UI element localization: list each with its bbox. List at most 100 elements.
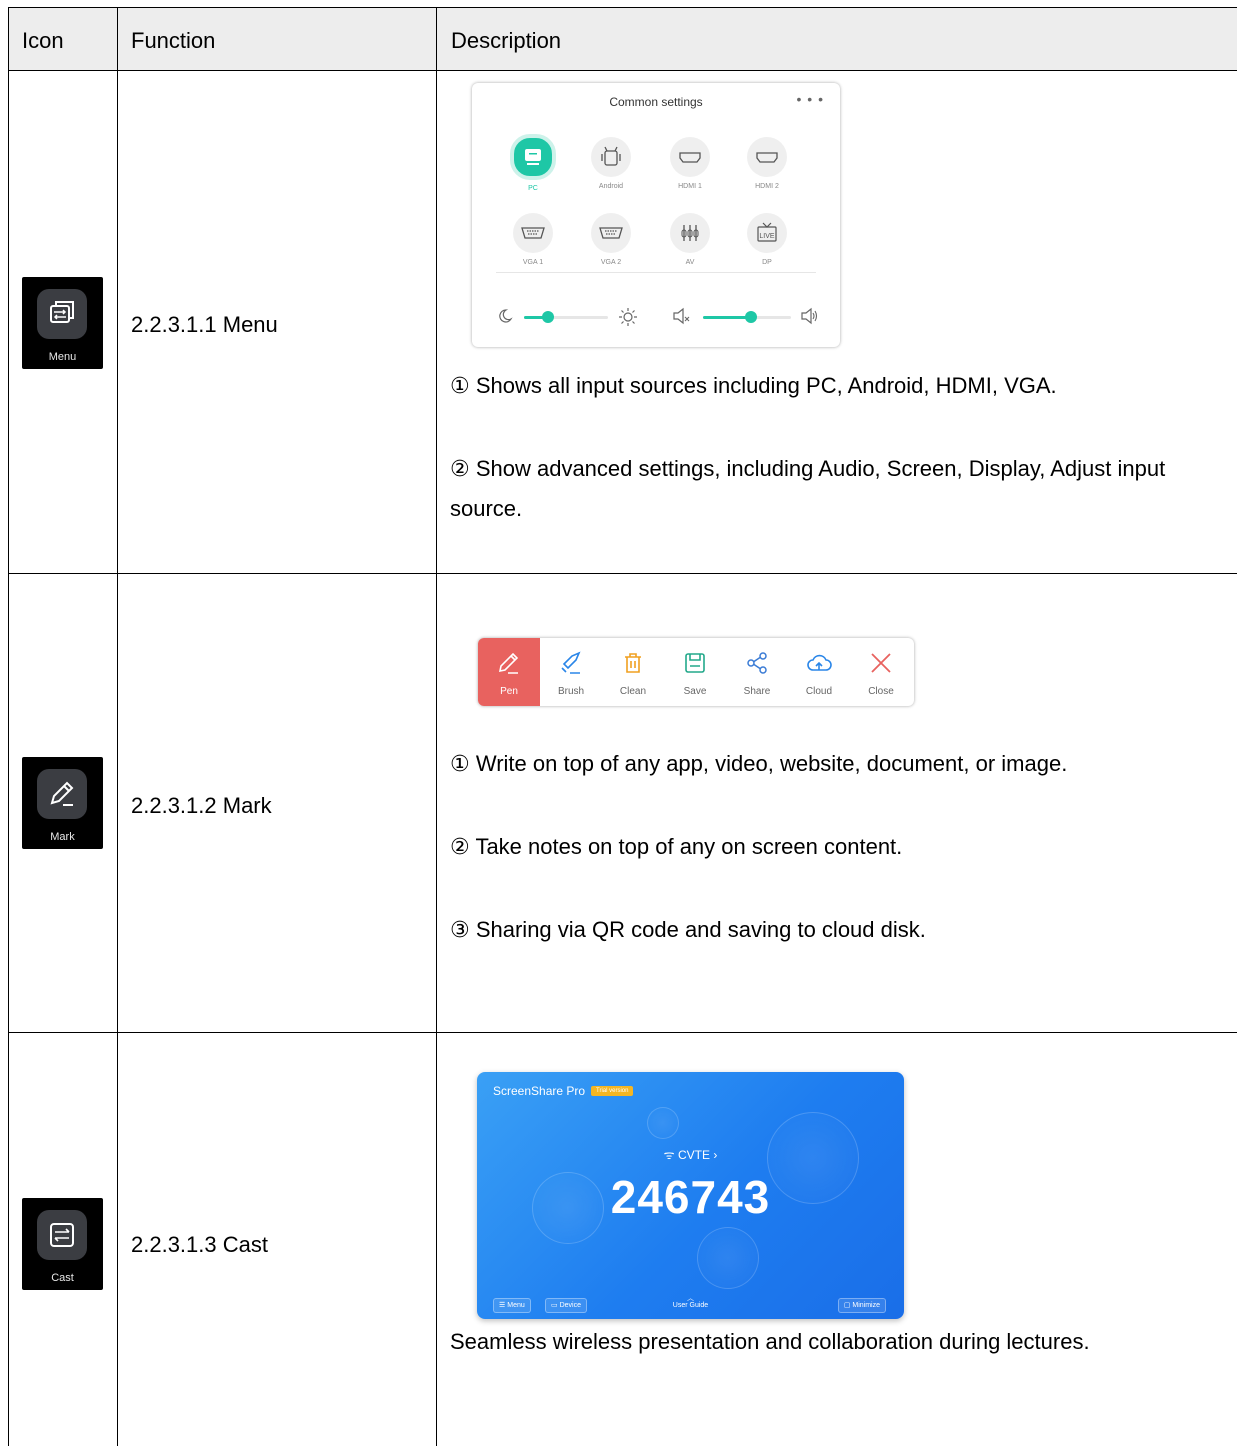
row-divider-2: [8, 1032, 1237, 1033]
save-icon: [685, 653, 705, 673]
cast-app-icon: [37, 1210, 87, 1260]
screenshare-card: ScreenShare Pro Trial version ᯤ CVTE › 2…: [477, 1072, 904, 1319]
source-label: VGA 2: [600, 259, 622, 266]
sun-icon: [619, 308, 637, 326]
mark-tile: Mark: [22, 757, 103, 849]
source-hdmi-2[interactable]: HDMI 2: [737, 137, 797, 190]
tool-pen[interactable]: Pen: [478, 638, 540, 706]
row-divider-1: [8, 573, 1237, 574]
panel-divider: [496, 272, 816, 273]
source-vga-2[interactable]: VGA 2: [581, 213, 641, 266]
vga-icon: [513, 213, 553, 253]
source-label: HDMI 1: [678, 183, 702, 190]
source-label: PC: [528, 185, 538, 192]
panel-title: Common settings: [609, 95, 703, 109]
hdmi-icon: [670, 137, 710, 177]
mark-description-1: ① Write on top of any app, video, websit…: [450, 751, 1068, 776]
column-divider-1: [117, 7, 118, 1446]
svg-text:LIVE: LIVE: [759, 233, 775, 240]
tool-share[interactable]: Share: [726, 638, 788, 706]
source-pc[interactable]: PC: [503, 134, 563, 192]
cast-code: 246743: [610, 1171, 771, 1223]
common-settings-panel: Common settings • • • PC Android HDMI 1 …: [472, 83, 840, 347]
pen-icon: [498, 652, 519, 674]
table-border-top: [8, 7, 1237, 8]
decor-bubble: [647, 1107, 679, 1139]
function-mark: 2.2.3.1.2 Mark: [131, 793, 272, 818]
tool-label: Pen: [500, 686, 518, 697]
tool-save[interactable]: Save: [664, 638, 726, 706]
volume-knob[interactable]: [745, 311, 758, 323]
table-header-divider: [8, 70, 1237, 71]
brightness-slider[interactable]: [524, 311, 608, 323]
android-icon: [591, 137, 631, 177]
minimize-button-label: Minimize: [852, 1302, 880, 1309]
header-description: Description: [451, 28, 562, 53]
source-vga-1[interactable]: VGA 1: [503, 213, 563, 266]
volume-slider[interactable]: [703, 311, 791, 323]
minimize-button[interactable]: ▢ Minimize: [837, 1298, 886, 1313]
mark-tile-label: Mark: [50, 831, 75, 843]
cast-tile-label: Cast: [51, 1272, 74, 1284]
function-cast: 2.2.3.1.3 Cast: [131, 1232, 268, 1257]
chevron-right-icon: ›: [709, 1148, 718, 1162]
source-hdmi-1[interactable]: HDMI 1: [660, 137, 720, 190]
source-av[interactable]: AV: [660, 213, 720, 266]
volume-fill: [703, 316, 752, 319]
screenshare-title: ScreenShare Pro: [493, 1084, 586, 1098]
share-icon: [747, 652, 767, 674]
source-label: VGA 1: [522, 259, 544, 266]
tool-cloud[interactable]: Cloud: [788, 638, 850, 706]
source-label: Android: [598, 183, 624, 190]
volume-icon: [801, 307, 818, 325]
cloud-icon: [807, 654, 832, 671]
cast-description-1: Seamless wireless presentation and colla…: [450, 1329, 1090, 1354]
source-label: DP: [762, 259, 772, 266]
trial-badge: Trial version: [591, 1086, 634, 1096]
tool-close[interactable]: Close: [850, 638, 912, 706]
source-label: HDMI 2: [755, 183, 779, 190]
tool-label: Cloud: [805, 686, 833, 697]
header-function: Function: [131, 28, 216, 53]
column-divider-2: [436, 7, 437, 1446]
tool-brush[interactable]: Brush: [540, 638, 602, 706]
decor-bubble: [697, 1227, 759, 1289]
source-android[interactable]: Android: [581, 137, 641, 190]
cast-tile: Cast: [22, 1198, 103, 1290]
menu-description-1: ① Shows all input sources including PC, …: [450, 373, 1057, 398]
av-icon: [670, 213, 710, 253]
vga-icon: [591, 213, 631, 253]
menu-description-2: ② Show advanced settings, including Audi…: [450, 456, 1166, 521]
wifi-icon: ᯤ: [663, 1148, 678, 1162]
header-icon: Icon: [22, 28, 64, 53]
mark-app-icon: [37, 769, 87, 819]
mark-description-2: ② Take notes on top of any on screen con…: [450, 834, 903, 859]
menu-tile: Menu: [22, 277, 103, 369]
menu-app-icon: [37, 289, 87, 339]
brush-icon: [561, 651, 581, 674]
close-icon: [871, 653, 891, 673]
network-name[interactable]: ᯤ CVTE ›: [477, 1146, 904, 1163]
tool-label: Brush: [557, 686, 585, 697]
monitor-icon: [510, 134, 556, 180]
table-border-left: [8, 7, 9, 1446]
source-label: AV: [685, 259, 695, 266]
more-icon[interactable]: • • •: [797, 91, 824, 107]
tool-label: Share: [743, 686, 771, 697]
mute-icon: [673, 307, 690, 325]
live-tv-icon: LIVE: [747, 213, 787, 253]
tool-label: Save: [683, 686, 707, 697]
mark-toolbar: Pen Brush Clean Save Share Cloud Close: [478, 638, 914, 706]
mark-description-3: ③ Sharing via QR code and saving to clou…: [450, 917, 926, 942]
source-dp[interactable]: LIVE DP: [737, 213, 797, 266]
moon-icon: [499, 309, 513, 323]
trash-icon: [625, 653, 641, 673]
brightness-knob[interactable]: [541, 311, 554, 323]
tool-label: Close: [868, 686, 894, 697]
hdmi-icon: [747, 137, 787, 177]
menu-tile-label: Menu: [48, 351, 77, 363]
network-label: CVTE: [677, 1148, 710, 1162]
tool-label: Clean: [619, 686, 647, 697]
function-menu: 2.2.3.1.1 Menu: [131, 312, 278, 337]
tool-clean[interactable]: Clean: [602, 638, 664, 706]
